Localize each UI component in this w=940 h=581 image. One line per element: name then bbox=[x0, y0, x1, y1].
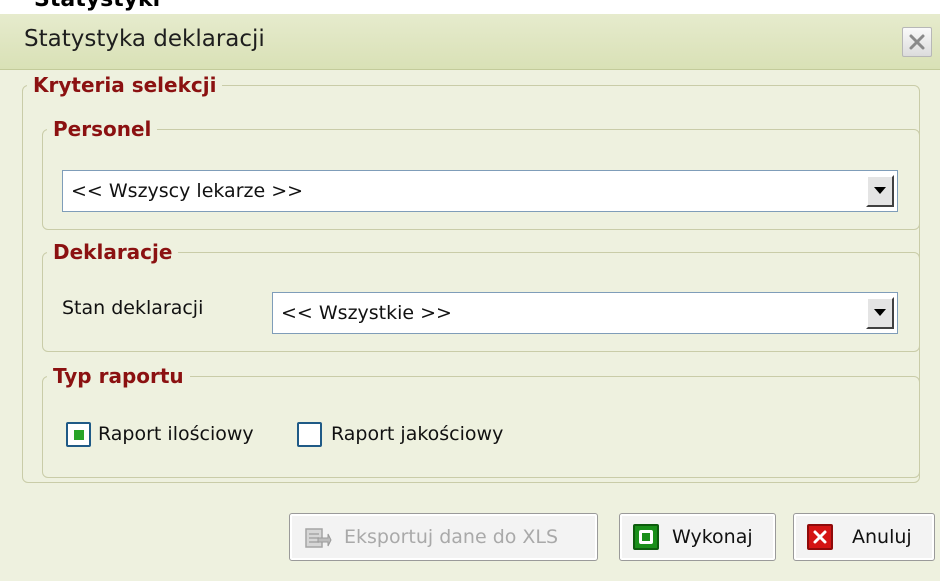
personel-legend: Personel bbox=[53, 117, 152, 141]
raport-jakosciowy-checkbox[interactable] bbox=[297, 422, 322, 447]
close-icon bbox=[909, 34, 925, 50]
typ-raportu-legend: Typ raportu bbox=[53, 364, 184, 388]
dialog-title: Statystyka deklaracji bbox=[24, 26, 265, 52]
wykonaj-button[interactable]: Wykonaj bbox=[619, 513, 776, 561]
personel-dropdown-button[interactable] bbox=[866, 175, 894, 207]
stan-dropdown-button[interactable] bbox=[866, 297, 894, 329]
typ-raportu-group: Typ raportu bbox=[42, 364, 920, 478]
chevron-down-icon bbox=[874, 187, 886, 194]
personel-select-value: << Wszyscy lekarze >> bbox=[71, 180, 304, 202]
kryteria-selekcji-legend: Kryteria selekcji bbox=[33, 73, 217, 97]
close-button[interactable] bbox=[902, 27, 932, 57]
stan-deklaracji-label: Stan deklaracji bbox=[62, 297, 204, 319]
anuluj-label: Anuluj bbox=[852, 526, 912, 548]
green-ok-icon bbox=[633, 524, 659, 550]
excel-export-icon bbox=[305, 528, 332, 548]
dialog-titlebar[interactable]: Statystyka deklaracji bbox=[0, 14, 940, 70]
anuluj-button[interactable]: Anuluj bbox=[793, 513, 935, 561]
chevron-down-icon bbox=[874, 309, 886, 316]
deklaracje-legend: Deklaracje bbox=[53, 240, 173, 264]
red-x-icon bbox=[807, 524, 833, 550]
raport-ilosciowy-label[interactable]: Raport ilościowy bbox=[98, 423, 254, 445]
checked-mark-icon bbox=[74, 430, 84, 440]
personel-select[interactable]: << Wszyscy lekarze >> bbox=[62, 170, 898, 212]
raport-ilosciowy-checkbox[interactable] bbox=[66, 422, 91, 447]
raport-jakosciowy-label[interactable]: Raport jakościowy bbox=[331, 423, 503, 445]
wykonaj-label: Wykonaj bbox=[672, 526, 753, 548]
stan-deklaracji-select[interactable]: << Wszystkie >> bbox=[272, 292, 898, 334]
background-window-title: Statystyki bbox=[34, 0, 160, 12]
export-xls-button[interactable]: Eksportuj dane do XLS bbox=[289, 513, 598, 561]
export-xls-label: Eksportuj dane do XLS bbox=[344, 526, 559, 548]
stan-deklaracji-value: << Wszystkie >> bbox=[281, 302, 452, 324]
